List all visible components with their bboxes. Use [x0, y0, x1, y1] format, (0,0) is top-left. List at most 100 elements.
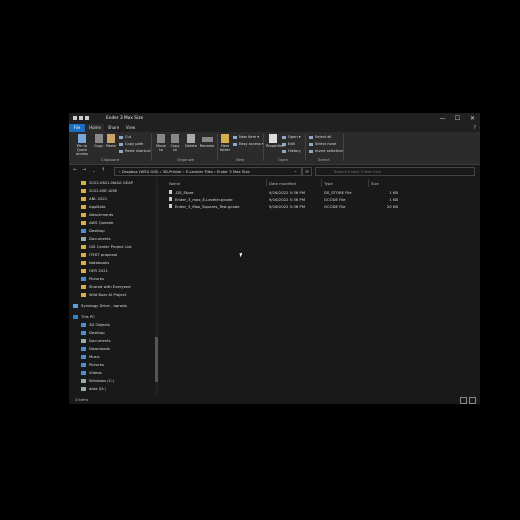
- copy-icon: [94, 134, 103, 143]
- maximize-button[interactable]: ☐: [450, 113, 465, 124]
- nav-item-label: ITEST proposal: [89, 252, 118, 257]
- up-arrow-icon[interactable]: ↑: [101, 167, 105, 173]
- details-view-icon[interactable]: [460, 397, 467, 404]
- nav-item[interactable]: Windows (C:): [81, 378, 114, 383]
- large-icons-view-icon[interactable]: [469, 397, 476, 404]
- quick-access-toolbar: [73, 116, 89, 120]
- folder-icon: [81, 221, 86, 225]
- nav-item[interactable]: 2022-0621-NASA GEAP: [81, 180, 133, 185]
- cut-button[interactable]: Cut: [119, 135, 131, 139]
- file-size: 1 KB: [389, 197, 398, 202]
- nav-item[interactable]: GIS Center Project List: [81, 244, 132, 249]
- column-header-size[interactable]: Size: [371, 181, 379, 186]
- copy-button[interactable]: Copy: [94, 134, 103, 148]
- new-folder-button[interactable]: New folder: [219, 134, 231, 152]
- copy-path-button[interactable]: Copy path: [119, 142, 143, 146]
- nav-item[interactable]: data (D:): [81, 386, 106, 391]
- breadcrumb[interactable]: › Dropbox (WSU GIS) › 3D-Printer › E-Lev…: [119, 169, 250, 174]
- column-header-date[interactable]: Date modified: [269, 181, 296, 186]
- documents-icon: [81, 237, 86, 241]
- new-folder-icon[interactable]: [85, 116, 89, 120]
- back-arrow-icon[interactable]: ←: [73, 167, 77, 173]
- forward-arrow-icon[interactable]: →: [82, 167, 86, 173]
- nav-item[interactable]: Videos: [81, 370, 102, 375]
- nav-item-label: Documents: [89, 338, 111, 343]
- search-placeholder: Search Ender 3 Max Size: [334, 169, 382, 174]
- status-bar: 3 items: [69, 396, 480, 404]
- chevron-down-icon[interactable]: ⌄: [294, 168, 297, 173]
- rename-button[interactable]: Rename: [199, 134, 215, 148]
- properties-button[interactable]: Properties: [266, 134, 284, 148]
- easy-access-icon: [233, 142, 237, 146]
- paste-button[interactable]: Paste: [106, 134, 116, 148]
- folder-icon[interactable]: [73, 116, 77, 120]
- nav-item[interactable]: Pictures: [81, 362, 104, 367]
- new-item-button[interactable]: New item ▾: [233, 135, 259, 139]
- delete-button[interactable]: Delete: [185, 134, 197, 148]
- nav-item[interactable]: 3D Objects: [81, 322, 110, 327]
- invert-selection-button[interactable]: Invert selection: [309, 149, 343, 153]
- nav-item[interactable]: Wild Boar AI Project: [81, 292, 126, 297]
- column-divider[interactable]: [368, 179, 369, 187]
- nav-item[interactable]: Attachments: [81, 212, 113, 217]
- tab-home[interactable]: Home: [86, 124, 104, 132]
- column-header-name[interactable]: Name: [169, 181, 180, 186]
- folder-icon: [221, 134, 229, 143]
- nav-item[interactable]: 2022-NSF-AISE: [81, 188, 117, 193]
- nav-item[interactable]: Downloads: [81, 346, 110, 351]
- search-input[interactable]: Search Ender 3 Max Size: [315, 167, 475, 176]
- column-divider[interactable]: [266, 179, 267, 187]
- tab-view[interactable]: View: [123, 124, 138, 132]
- nav-item[interactable]: ITEST proposal: [81, 252, 117, 257]
- scissors-icon: [119, 135, 123, 139]
- close-button[interactable]: ✕: [465, 113, 480, 124]
- nav-item[interactable]: Desktop: [81, 330, 105, 335]
- minimize-button[interactable]: —: [435, 113, 450, 124]
- desktop-icon: [81, 331, 86, 335]
- select-all-button[interactable]: Select all: [309, 135, 331, 139]
- nav-item[interactable]: OER 2021: [81, 268, 108, 273]
- pictures-icon: [81, 363, 86, 367]
- pin-quick-access-button[interactable]: Pin to Quick access: [72, 134, 92, 156]
- nav-item[interactable]: Synology Drive - aproda: [73, 303, 127, 308]
- file-size: 1 KB: [389, 190, 398, 195]
- file-icon: [169, 190, 172, 194]
- nav-item[interactable]: Documents: [81, 236, 111, 241]
- table-row[interactable]: Ender_3_max_E-Leveler.gcode 9/16/2022 5:3…: [163, 197, 480, 202]
- tab-file[interactable]: File: [69, 124, 85, 132]
- delete-icon: [187, 134, 195, 143]
- column-header-type[interactable]: Type: [324, 181, 333, 186]
- tab-share[interactable]: Share: [105, 124, 122, 132]
- nav-item[interactable]: Shared with Everyone: [81, 284, 131, 289]
- paste-shortcut-button[interactable]: Paste shortcut: [119, 149, 151, 153]
- move-to-button[interactable]: Move to: [155, 134, 167, 152]
- properties-icon[interactable]: [79, 116, 83, 120]
- table-row[interactable]: Ender_3_Max_Squares_Test.gcode 9/16/2022 …: [163, 204, 480, 209]
- nav-item[interactable]: AWS Quester: [81, 220, 114, 225]
- column-divider[interactable]: [321, 179, 322, 187]
- nav-item[interactable]: This PC: [73, 314, 95, 319]
- nav-item[interactable]: Notebooks: [81, 260, 109, 265]
- nav-item[interactable]: Music: [81, 354, 100, 359]
- address-bar[interactable]: › Dropbox (WSU GIS) › 3D-Printer › E-Lev…: [114, 167, 302, 176]
- recent-locations-icon[interactable]: ⌄: [92, 168, 95, 173]
- open-button[interactable]: Open ▾: [282, 135, 301, 139]
- history-button[interactable]: History: [282, 149, 301, 153]
- table-row[interactable]: .DS_Store 9/16/2022 5:36 PM DS_STORE File 1…: [163, 190, 480, 195]
- nav-item[interactable]: Documents: [81, 338, 111, 343]
- nav-item[interactable]: Desktop: [81, 228, 105, 233]
- group-divider: [305, 134, 306, 161]
- nav-item[interactable]: AppData: [81, 204, 105, 209]
- refresh-button[interactable]: ⟳: [302, 167, 312, 176]
- help-icon[interactable]: ?: [473, 125, 476, 131]
- nav-item[interactable]: Pictures: [81, 276, 104, 281]
- copy-path-icon: [119, 142, 123, 146]
- navigation-scrollbar[interactable]: [155, 177, 158, 396]
- copy-to-button[interactable]: Copy to: [169, 134, 181, 152]
- edit-button[interactable]: Edit: [282, 142, 295, 146]
- scrollbar-thumb[interactable]: [155, 337, 158, 382]
- nav-item[interactable]: ABL 2021: [81, 196, 107, 201]
- pin-icon: [78, 134, 86, 143]
- select-none-button[interactable]: Select none: [309, 142, 336, 146]
- easy-access-button[interactable]: Easy access ▾: [233, 142, 264, 146]
